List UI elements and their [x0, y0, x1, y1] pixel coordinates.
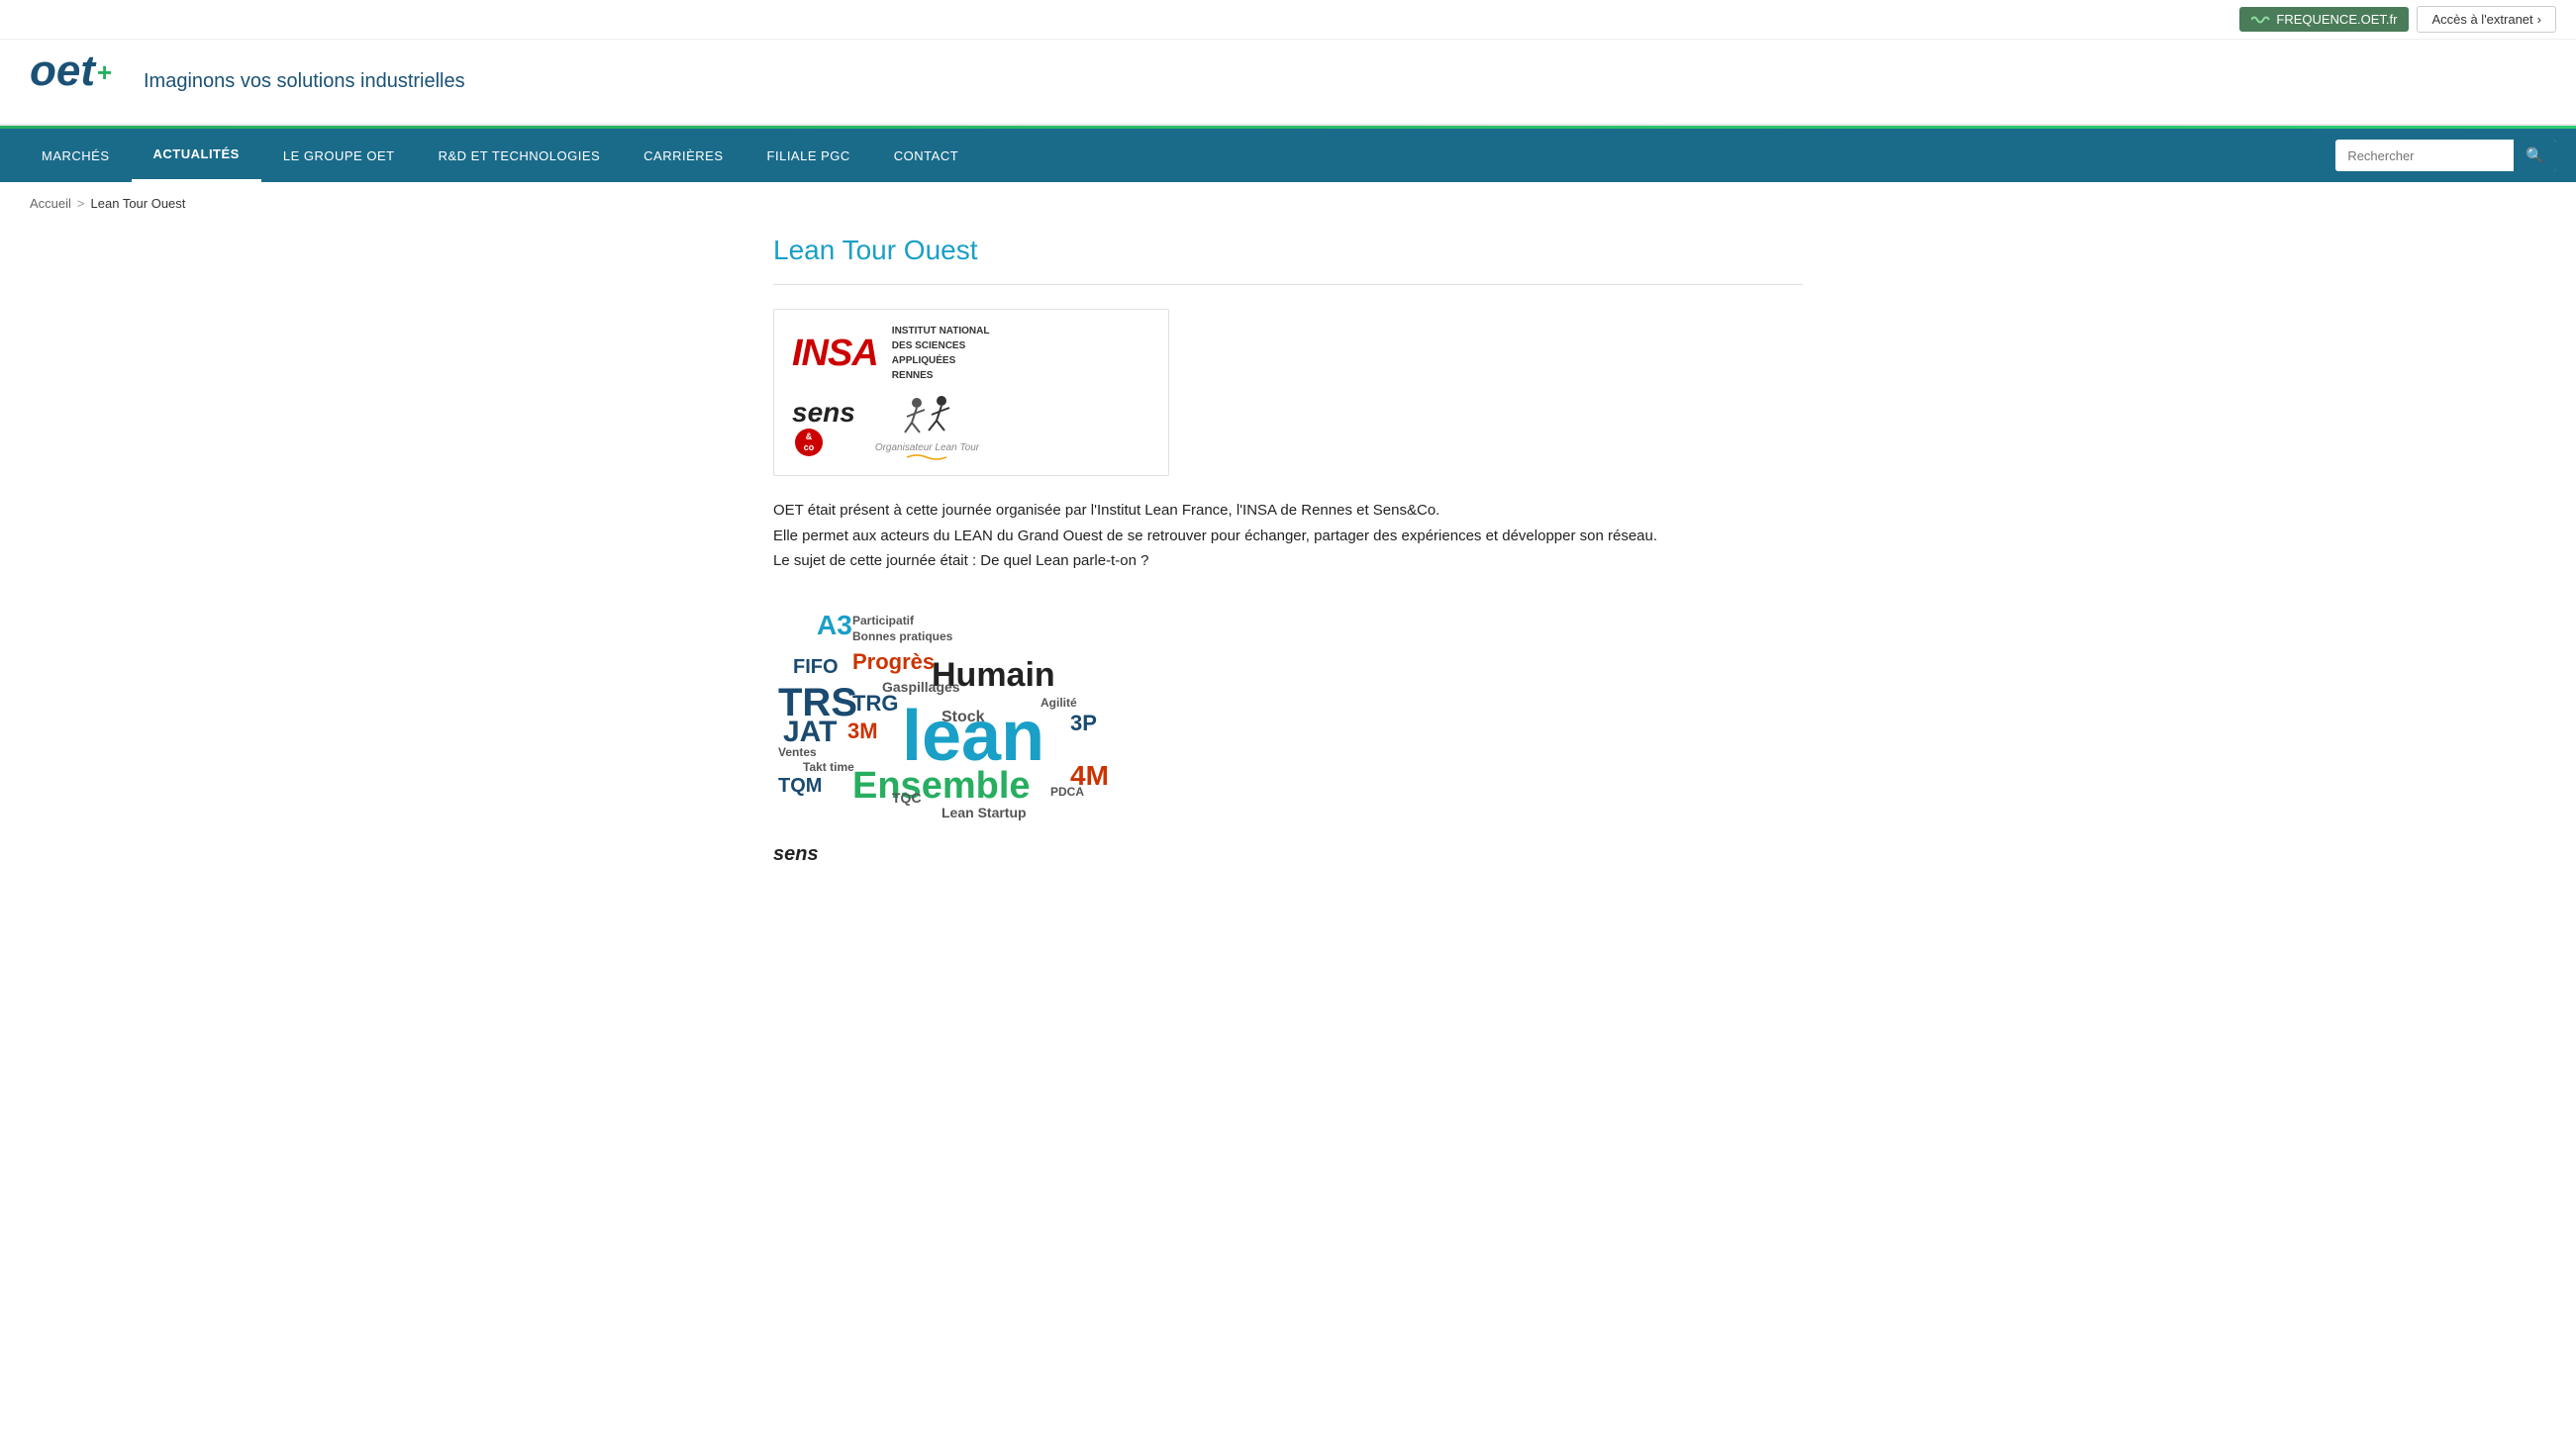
sens-bottom-label: sens [773, 843, 1229, 866]
nav-actualites[interactable]: ACTUALITÉS [132, 129, 261, 182]
word-cloud-word: TQC [892, 790, 922, 806]
wave-icon [2251, 13, 2271, 27]
search-input[interactable] [2335, 142, 2514, 170]
logo[interactable]: oe t + [30, 49, 129, 114]
insa-subtitle: INSTITUT NATIONAL DES SCIENCES APPLIQUÉE… [892, 324, 990, 383]
word-cloud-word: PDCA [1050, 785, 1084, 799]
word-cloud-word: Bonnes pratiques [852, 629, 952, 643]
insa-subtitle-line4: RENNES [892, 368, 990, 383]
chevron-right-icon: › [2537, 12, 2541, 27]
nav-groupe-oet[interactable]: LE GROUPE OET [261, 131, 417, 181]
site-tagline: Imaginons vos solutions industrielles [144, 70, 465, 93]
site-header: oe t + Imaginons vos solutions industrie… [0, 40, 2576, 126]
insa-logo-text: INSA [792, 333, 878, 375]
frequence-badge[interactable]: FREQUENCE.OET.fr [2239, 7, 2409, 32]
breadcrumb-home[interactable]: Accueil [30, 196, 71, 211]
breadcrumb: Accueil > Lean Tour Ouest [0, 182, 2576, 225]
bottom-logos-row: sens &co [792, 393, 1150, 461]
word-cloud-word: 3M [847, 719, 878, 744]
word-cloud-word: Ensemble [852, 765, 1031, 808]
word-cloud-word: TQM [778, 775, 822, 798]
word-cloud-word: Progrès [852, 649, 935, 675]
page-content: Lean Tour Ouest INSA INSTITUT NATIONAL D… [743, 225, 1833, 925]
word-cloud-word: FIFO [793, 656, 839, 679]
word-cloud: A3Participatif Bonnes pratiques Progrès FIF… [773, 602, 1209, 839]
nav-contact[interactable]: CONTACT [872, 131, 980, 181]
body-line2: Elle permet aux acteurs du LEAN du Grand… [773, 524, 1714, 549]
extranet-label: Accès à l'extranet [2431, 12, 2532, 27]
word-cloud-word: Ventes [778, 745, 817, 759]
logo-area: oe t + Imaginons vos solutions industrie… [30, 49, 2546, 114]
partner-logos: INSA INSTITUT NATIONAL DES SCIENCES APPL… [773, 309, 1169, 476]
co-circle: &co [795, 429, 823, 456]
body-line1: OET était présent à cette journée organi… [773, 498, 1714, 524]
runner-area: Organisateur Lean Tour [875, 393, 979, 461]
top-bar: FREQUENCE.OET.fr Accès à l'extranet › [0, 0, 2576, 40]
sens-co-logo: sens &co [792, 398, 855, 456]
word-cloud-word: Stock [941, 709, 985, 726]
word-cloud-word: Gaspillages [882, 679, 960, 695]
body-line3: Le sujet de cette journée était : De que… [773, 548, 1714, 574]
word-cloud-word: Lean Startup [941, 805, 1027, 820]
article-body: OET était présent à cette journée organi… [773, 498, 1714, 574]
word-cloud-word: JAT [783, 716, 837, 749]
nav-rd-technologies[interactable]: R&D ET TECHNOLOGIES [417, 131, 623, 181]
nav-carrieres[interactable]: CARRIÈRES [622, 131, 744, 181]
breadcrumb-separator: > [77, 196, 85, 211]
search-box[interactable]: 🔍 [2335, 140, 2556, 171]
insa-row: INSA INSTITUT NATIONAL DES SCIENCES APPL… [792, 324, 1150, 383]
search-button[interactable]: 🔍 [2514, 140, 2556, 171]
word-cloud-word: A3 [817, 610, 852, 641]
word-cloud-word: Takt time [803, 760, 854, 774]
lean-runner-svg [887, 393, 966, 442]
frequence-label: FREQUENCE.OET.fr [2276, 12, 2397, 27]
extranet-button[interactable]: Accès à l'extranet › [2417, 6, 2556, 33]
insa-subtitle-line1: INSTITUT NATIONAL [892, 324, 990, 338]
organisateur-label: Organisateur Lean Tour [875, 442, 979, 453]
insa-subtitle-line2: DES SCIENCES [892, 338, 990, 353]
title-divider [773, 284, 1803, 285]
nav-marches[interactable]: MARCHÉS [20, 131, 132, 181]
word-cloud-word: 3P [1070, 711, 1097, 736]
main-nav: MARCHÉS ACTUALITÉS LE GROUPE OET R&D ET … [0, 129, 2576, 182]
search-icon: 🔍 [2526, 147, 2544, 164]
deco-line-svg [907, 453, 946, 461]
breadcrumb-current: Lean Tour Ouest [91, 196, 186, 211]
word-cloud-word: Participatif [852, 614, 914, 627]
page-title: Lean Tour Ouest [773, 235, 1803, 266]
insa-subtitle-line3: APPLIQUÉES [892, 353, 990, 368]
word-cloud-container: A3Participatif Bonnes pratiques Progrès FIF… [773, 602, 1229, 866]
nav-filiale-pgc[interactable]: FILIALE PGC [745, 131, 872, 181]
word-cloud-word: Agilité [1040, 696, 1077, 710]
sens-label: sens [792, 398, 855, 429]
